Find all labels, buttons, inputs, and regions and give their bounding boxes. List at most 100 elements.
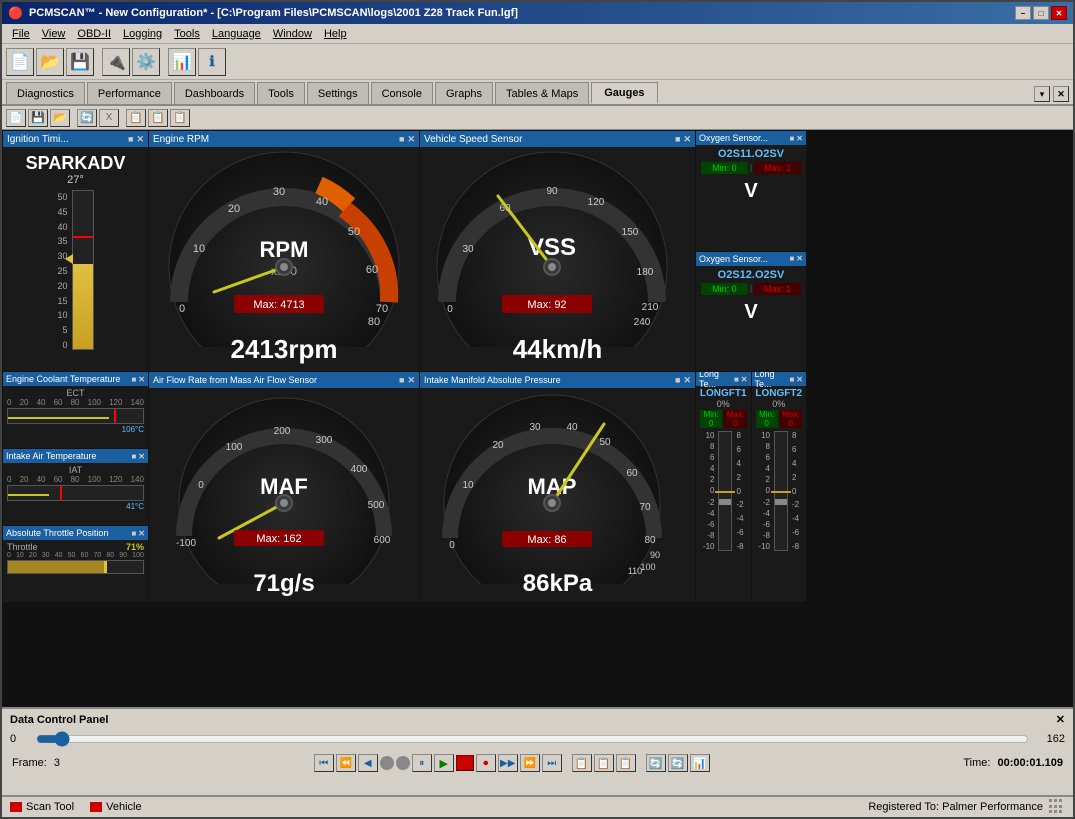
btn-prev[interactable]: ◀ xyxy=(358,754,378,772)
iat-close-btn[interactable]: ✕ xyxy=(138,452,145,461)
oxy1-min-btn[interactable]: ■ xyxy=(789,134,794,143)
rpm-min-btn[interactable]: ■ xyxy=(399,134,404,144)
vss-min-btn[interactable]: ■ xyxy=(675,134,680,144)
tab-dropdown-btn[interactable]: ▾ xyxy=(1034,86,1050,102)
oxy1-close-btn[interactable]: ✕ xyxy=(796,134,803,143)
tab-close-btn[interactable]: ✕ xyxy=(1053,86,1069,102)
iat-label: IAT xyxy=(7,465,144,475)
maf-min-btn[interactable]: ■ xyxy=(399,375,404,385)
btn-clip1[interactable]: 📋 xyxy=(572,754,592,772)
vss-close-btn[interactable]: ✕ xyxy=(683,134,691,145)
ect-title-bar: Engine Coolant Temperature ■ ✕ xyxy=(3,372,148,386)
atp-close-btn[interactable]: ✕ xyxy=(138,529,145,538)
svg-text:80: 80 xyxy=(644,535,656,546)
new-btn[interactable]: 📄 xyxy=(6,48,34,76)
maf-title-bar: Air Flow Rate from Mass Air Flow Sensor … xyxy=(149,372,419,388)
tab-performance[interactable]: Performance xyxy=(87,82,172,104)
close-btn[interactable]: ✕ xyxy=(1051,6,1067,20)
btn-clip3[interactable]: 📋 xyxy=(616,754,636,772)
btn-dot2[interactable] xyxy=(396,756,410,770)
oxy2-title: Oxygen Sensor... xyxy=(699,254,789,264)
tb2-btn7[interactable]: 📋 xyxy=(148,109,168,127)
btn-prev-frame[interactable]: ⏪ xyxy=(336,754,356,772)
tab-graphs[interactable]: Graphs xyxy=(435,82,493,104)
menu-tools[interactable]: Tools xyxy=(168,26,206,42)
save-btn[interactable]: 💾 xyxy=(66,48,94,76)
btn-dot1[interactable] xyxy=(380,756,394,770)
dcp-slider[interactable] xyxy=(36,730,1029,748)
tab-diagnostics[interactable]: Diagnostics xyxy=(6,82,85,104)
longft2-title-bar: Long Te... ■ ✕ xyxy=(752,372,807,386)
btn-clip2[interactable]: 📋 xyxy=(594,754,614,772)
settings-btn[interactable]: ⚙️ xyxy=(132,48,160,76)
menu-language[interactable]: Language xyxy=(206,26,267,42)
tb2-new[interactable]: 📄 xyxy=(6,109,26,127)
menu-help[interactable]: Help xyxy=(318,26,353,42)
tab-tools[interactable]: Tools xyxy=(257,82,305,104)
tab-dashboards[interactable]: Dashboards xyxy=(174,82,255,104)
oxy2-min-btn[interactable]: ■ xyxy=(789,254,794,263)
maximize-btn[interactable]: □ xyxy=(1033,6,1049,20)
tab-gauges[interactable]: Gauges xyxy=(591,82,657,104)
menu-logging[interactable]: Logging xyxy=(117,26,168,42)
open-btn[interactable]: 📂 xyxy=(36,48,64,76)
menu-file[interactable]: File xyxy=(6,26,36,42)
tab-settings[interactable]: Settings xyxy=(307,82,369,104)
longft1-min-btn[interactable]: ■ xyxy=(734,375,739,384)
btn-stop[interactable] xyxy=(456,755,474,771)
oxy1-max-label: Max: 1 xyxy=(754,162,801,174)
menu-view[interactable]: View xyxy=(36,26,72,42)
registered-text: Registered To: Palmer Performance xyxy=(868,801,1043,813)
tab-console[interactable]: Console xyxy=(371,82,433,104)
tab-tables-maps[interactable]: Tables & Maps xyxy=(495,82,589,104)
tb2-open[interactable]: 📂 xyxy=(50,109,70,127)
svg-text:70: 70 xyxy=(376,303,388,315)
longft2-min-btn[interactable]: ■ xyxy=(789,375,794,384)
btn-pause[interactable]: ⏸ xyxy=(412,754,432,772)
btn-extra2[interactable]: 🔄 xyxy=(668,754,688,772)
map-close-btn[interactable]: ✕ xyxy=(683,375,691,386)
btn-next-frame[interactable]: ⏩ xyxy=(520,754,540,772)
oxy2-close-btn[interactable]: ✕ xyxy=(796,254,803,263)
minimize-btn[interactable]: – xyxy=(1015,6,1031,20)
btn-next[interactable]: ▶▶ xyxy=(498,754,518,772)
longft1-name: LONGFT1 xyxy=(700,388,747,399)
toolbar: 📄 📂 💾 🔌 ⚙️ 📊 ℹ xyxy=(2,44,1073,80)
tb2-btn8[interactable]: 📋 xyxy=(170,109,190,127)
iat-min-btn[interactable]: ■ xyxy=(131,452,136,461)
right-col-bottom: Long Te... ■ ✕ LONGFT1 0% Min: 0 Max: 0 … xyxy=(696,372,806,602)
tb2-btn4[interactable]: 🔄 xyxy=(77,109,97,127)
dcp-min-val: 0 xyxy=(10,733,30,745)
tb2-btn6[interactable]: 📋 xyxy=(126,109,146,127)
ect-min-btn[interactable]: ■ xyxy=(131,375,136,384)
btn-skip-end[interactable]: ⏭ xyxy=(542,754,562,772)
dcp: Data Control Panel ✕ 0 162 Frame: 3 ⏮ ⏪ … xyxy=(2,707,1073,795)
info-btn[interactable]: ℹ xyxy=(198,48,226,76)
longft2-close-btn[interactable]: ✕ xyxy=(796,375,803,384)
btn-extra1[interactable]: 🔄 xyxy=(646,754,666,772)
btn-extra3[interactable]: 📊 xyxy=(690,754,710,772)
tb2-btn5[interactable]: X xyxy=(99,109,119,127)
atp-min-btn[interactable]: ■ xyxy=(131,529,136,538)
tb2-save[interactable]: 💾 xyxy=(28,109,48,127)
ect-close-btn[interactable]: ✕ xyxy=(138,375,145,384)
btn-record[interactable]: ⏺ xyxy=(476,754,496,772)
btn-skip-start[interactable]: ⏮ xyxy=(314,754,334,772)
maf-close-btn[interactable]: ✕ xyxy=(407,375,415,386)
connect-btn[interactable]: 🔌 xyxy=(102,48,130,76)
atp-panel: Absolute Throttle Position ■ ✕ Throttle … xyxy=(3,526,148,602)
longft1-close-btn[interactable]: ✕ xyxy=(741,375,748,384)
dcp-close-x[interactable]: ✕ xyxy=(1056,713,1065,726)
spark-min-btn[interactable]: ■ xyxy=(128,134,133,144)
rpm-close-btn[interactable]: ✕ xyxy=(407,134,415,145)
vss-title: Vehicle Speed Sensor xyxy=(424,134,675,145)
atp-fill xyxy=(8,561,104,573)
oxy1-title: Oxygen Sensor... xyxy=(699,133,789,143)
menu-obdii[interactable]: OBD-II xyxy=(71,26,117,42)
map-min-btn[interactable]: ■ xyxy=(675,375,680,385)
btn-play[interactable]: ▶ xyxy=(434,754,454,772)
spark-close-btn[interactable]: ✕ xyxy=(136,134,144,145)
longft1-bar1 xyxy=(718,431,732,551)
menu-window[interactable]: Window xyxy=(267,26,318,42)
graph-btn[interactable]: 📊 xyxy=(168,48,196,76)
